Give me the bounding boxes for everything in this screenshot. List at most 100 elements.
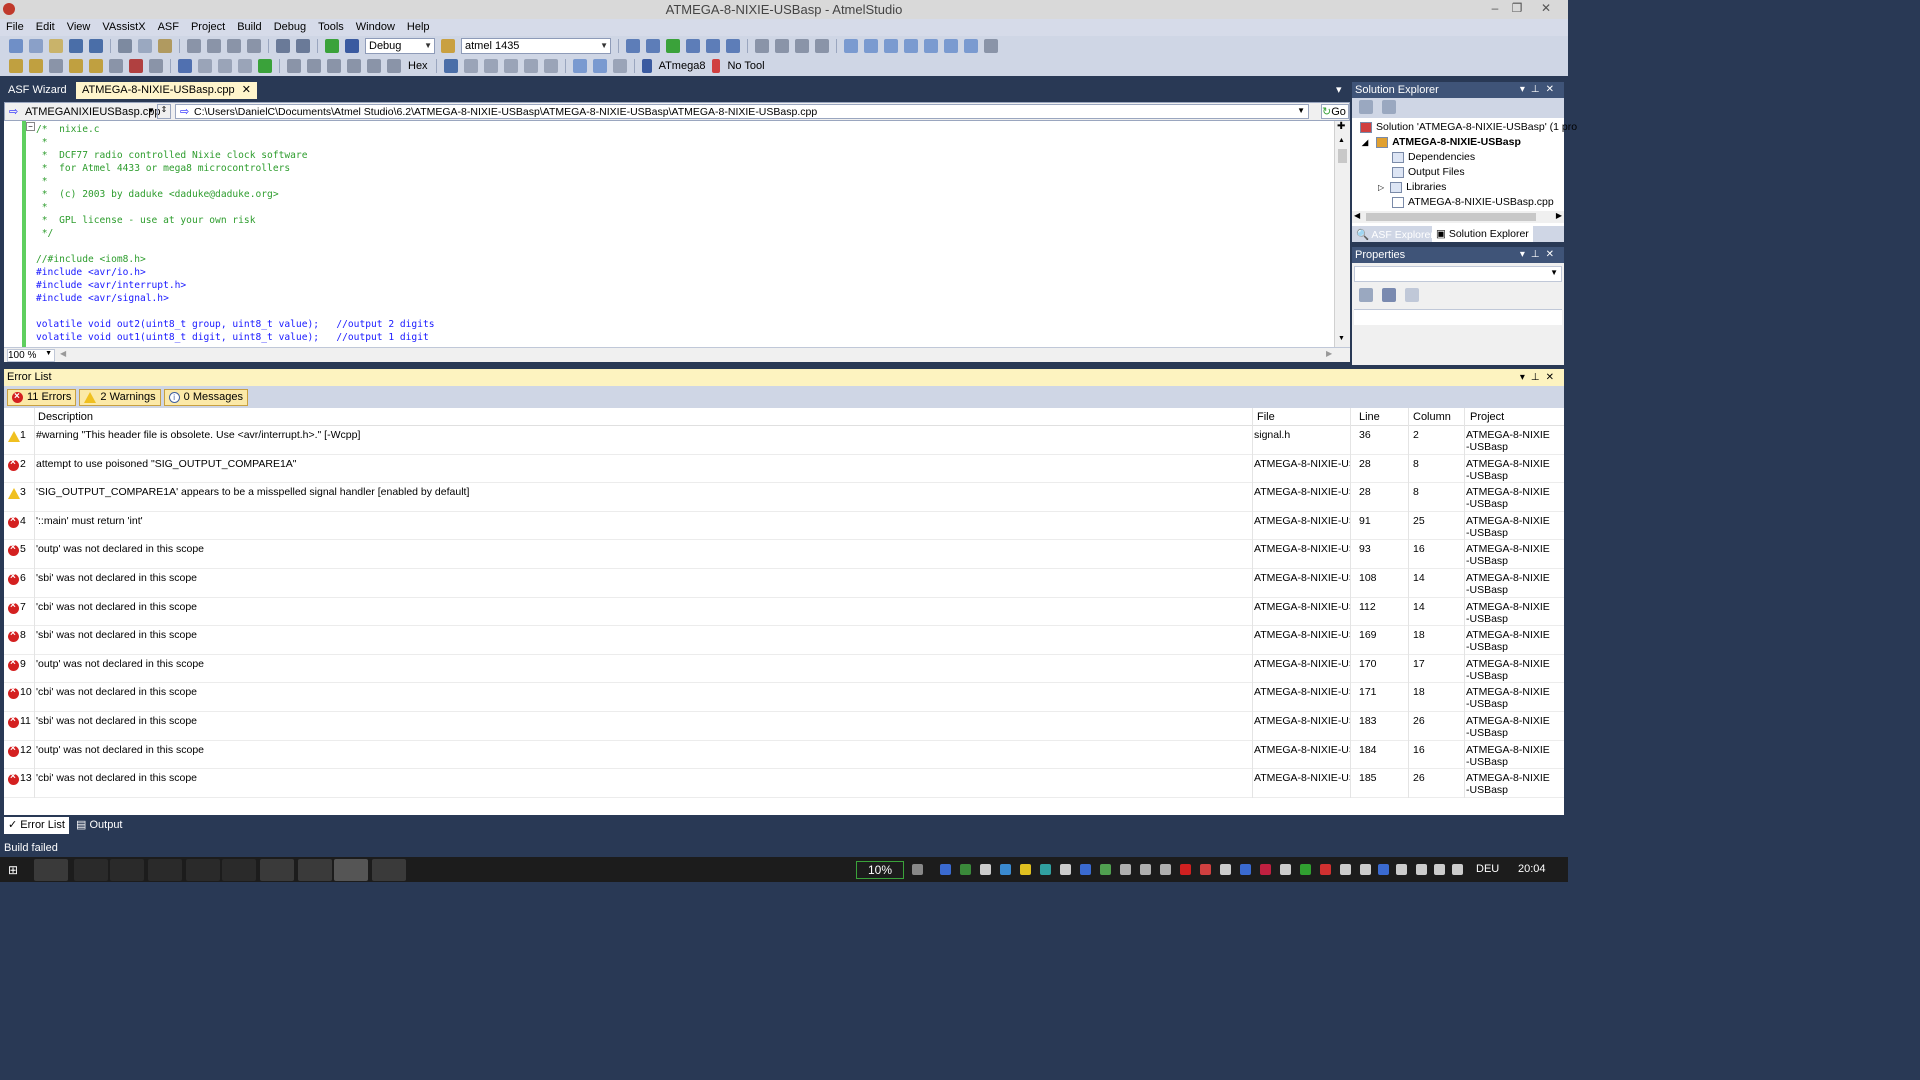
device-programming-icon[interactable] (441, 39, 455, 53)
tray-icon[interactable] (912, 864, 923, 875)
table-row[interactable]: 13 'cbi' was not declared in this scope AT… (4, 769, 1564, 798)
chevron-down-icon[interactable]: ▼ (1297, 106, 1305, 115)
errors-filter-button[interactable]: 11 Errors (7, 388, 77, 406)
categorized-icon[interactable] (1359, 288, 1373, 302)
tree-item-solution[interactable]: Solution 'ATMEGA-8-NIXIE-USBasp' (1 pro (1352, 120, 1577, 135)
continue-icon[interactable] (258, 59, 272, 73)
app-taskbar-icon[interactable] (298, 859, 332, 881)
tray-icon[interactable] (1000, 864, 1011, 875)
table-row[interactable]: 11 'sbi' was not declared in this scope AT… (4, 712, 1564, 741)
table-row[interactable]: 4 '::main' must return 'int' ATMEGA-8-NIXI… (4, 512, 1564, 541)
toolbar-options-icon[interactable] (984, 39, 998, 53)
redo-icon[interactable] (207, 39, 221, 53)
toolbar-action-icon[interactable] (129, 59, 143, 73)
collapse-region-icon[interactable]: − (26, 122, 35, 131)
toolbar-action-icon[interactable] (646, 39, 660, 53)
tray-icon[interactable] (940, 864, 951, 875)
tree-item-dependencies[interactable]: Dependencies (1352, 150, 1564, 165)
scroll-up-icon[interactable]: ▲ (1338, 137, 1345, 144)
battery-indicator[interactable]: 10% (856, 861, 904, 879)
action-center-icon[interactable] (1416, 864, 1427, 875)
tray-icon[interactable] (1060, 864, 1071, 875)
expand-arrow-icon[interactable]: ◢ (1362, 138, 1368, 147)
editor-vertical-scrollbar[interactable]: ✚ ▲ ▼ (1334, 121, 1350, 347)
menu-vassistx[interactable]: VAssistX (96, 19, 151, 36)
column-file[interactable]: File (1257, 408, 1275, 426)
bookmark-icon[interactable] (844, 39, 858, 53)
prev-bookmark-icon[interactable] (864, 39, 878, 53)
path-combo[interactable]: ⇨ C:\Users\DanielC\Documents\Atmel Studi… (175, 104, 1309, 119)
tray-icon[interactable] (1240, 864, 1251, 875)
hex-toggle-button[interactable]: Hex (408, 60, 428, 72)
clock[interactable]: 20:04 (1518, 863, 1546, 875)
navigate-back-icon[interactable] (227, 39, 241, 53)
close-icon[interactable]: ✕ (1532, 0, 1560, 19)
bookmark-icon[interactable] (904, 39, 918, 53)
toolbar-action-icon[interactable] (543, 59, 558, 73)
expand-arrow-icon[interactable]: ▷ (1378, 183, 1384, 192)
file-selector[interactable]: ATMEGANIXIEUSBasp.cpp (25, 106, 161, 118)
split-icon[interactable]: ✚ (1337, 121, 1345, 132)
tray-icon[interactable] (1080, 864, 1091, 875)
step-out-icon[interactable] (327, 59, 341, 73)
tree-horizontal-scrollbar[interactable]: ◀ ▶ (1352, 211, 1564, 223)
toolbar-action-icon[interactable] (612, 59, 627, 73)
memory-window-icon[interactable] (572, 59, 587, 73)
menu-asf[interactable]: ASF (152, 19, 185, 36)
column-column[interactable]: Column (1413, 408, 1451, 426)
tab-atmega-cpp[interactable]: ATMEGA-8-NIXIE-USBasp.cpp ✕ (76, 82, 257, 99)
code-text[interactable]: /* nixie.c * * DCF77 radio controlled Ni… (36, 123, 435, 344)
start-debugging-icon[interactable] (325, 39, 339, 53)
table-row[interactable]: 10 'cbi' was not declared in this scope AT… (4, 683, 1564, 712)
outdent-icon[interactable] (775, 39, 789, 53)
tab-solution-explorer[interactable]: ▣ Solution Explorer (1432, 226, 1533, 242)
toolbar-action-icon[interactable] (387, 59, 401, 73)
copy-icon[interactable] (138, 39, 152, 53)
tray-icon[interactable] (980, 864, 991, 875)
scroll-down-icon[interactable]: ▼ (1338, 335, 1345, 342)
toolbar-action-icon[interactable] (706, 39, 720, 53)
properties-grid[interactable] (1354, 309, 1562, 325)
tab-error-list[interactable]: ✓ Error List (4, 817, 69, 834)
menu-view[interactable]: View (61, 19, 97, 36)
menu-edit[interactable]: Edit (30, 19, 61, 36)
bookmark-icon[interactable] (964, 39, 978, 53)
new-project-icon[interactable] (9, 39, 23, 53)
code-editor[interactable]: − /* nixie.c * * DCF77 radio controlled … (4, 121, 1350, 347)
scroll-right-icon[interactable]: ▶ (1326, 349, 1332, 358)
tray-icon[interactable] (1100, 864, 1111, 875)
tray-icon[interactable] (1040, 864, 1051, 875)
io-view-icon[interactable] (592, 59, 607, 73)
save-icon[interactable] (69, 39, 83, 53)
toolbar-action-icon[interactable] (666, 39, 680, 53)
notepad-taskbar-icon[interactable] (372, 859, 406, 881)
tray-icon[interactable] (1140, 864, 1151, 875)
tree-item-cpp-file[interactable]: ATMEGA-8-NIXIE-USBasp.cpp (1352, 195, 1564, 210)
input-language[interactable]: DEU (1476, 863, 1499, 875)
table-row[interactable]: 2 attempt to use poisoned "SIG_OUTPUT_COM… (4, 455, 1564, 484)
toolbar-action-icon[interactable] (69, 59, 83, 73)
scroll-left-icon[interactable]: ◀ (60, 349, 66, 358)
table-row[interactable]: 5 'outp' was not declared in this scope AT… (4, 540, 1564, 569)
menu-debug[interactable]: Debug (268, 19, 312, 36)
save-all-icon[interactable] (89, 39, 103, 53)
minimize-icon[interactable]: – (1484, 0, 1506, 19)
open-file-icon[interactable] (49, 39, 63, 53)
go-button[interactable]: ↻Go (1321, 104, 1349, 119)
tray-icon[interactable] (960, 864, 971, 875)
tool-selector[interactable]: No Tool (727, 60, 764, 72)
next-bookmark-icon[interactable] (884, 39, 898, 53)
breakpoints-window-icon[interactable] (443, 59, 458, 73)
toolbar-action-icon[interactable] (109, 59, 123, 73)
toolbar-action-icon[interactable] (686, 39, 700, 53)
bookmark-icon[interactable] (944, 39, 958, 53)
pause-icon[interactable] (238, 59, 252, 73)
scroll-thumb[interactable] (1366, 213, 1536, 221)
tray-icon[interactable] (1260, 864, 1271, 875)
stop-debugging-icon[interactable] (198, 59, 212, 73)
table-row[interactable]: 12 'outp' was not declared in this scope A… (4, 741, 1564, 770)
app-taskbar-icon[interactable] (148, 859, 182, 881)
tray-icon[interactable] (1160, 864, 1171, 875)
uncomment-icon[interactable] (815, 39, 829, 53)
toolbar-action-icon[interactable] (49, 59, 63, 73)
